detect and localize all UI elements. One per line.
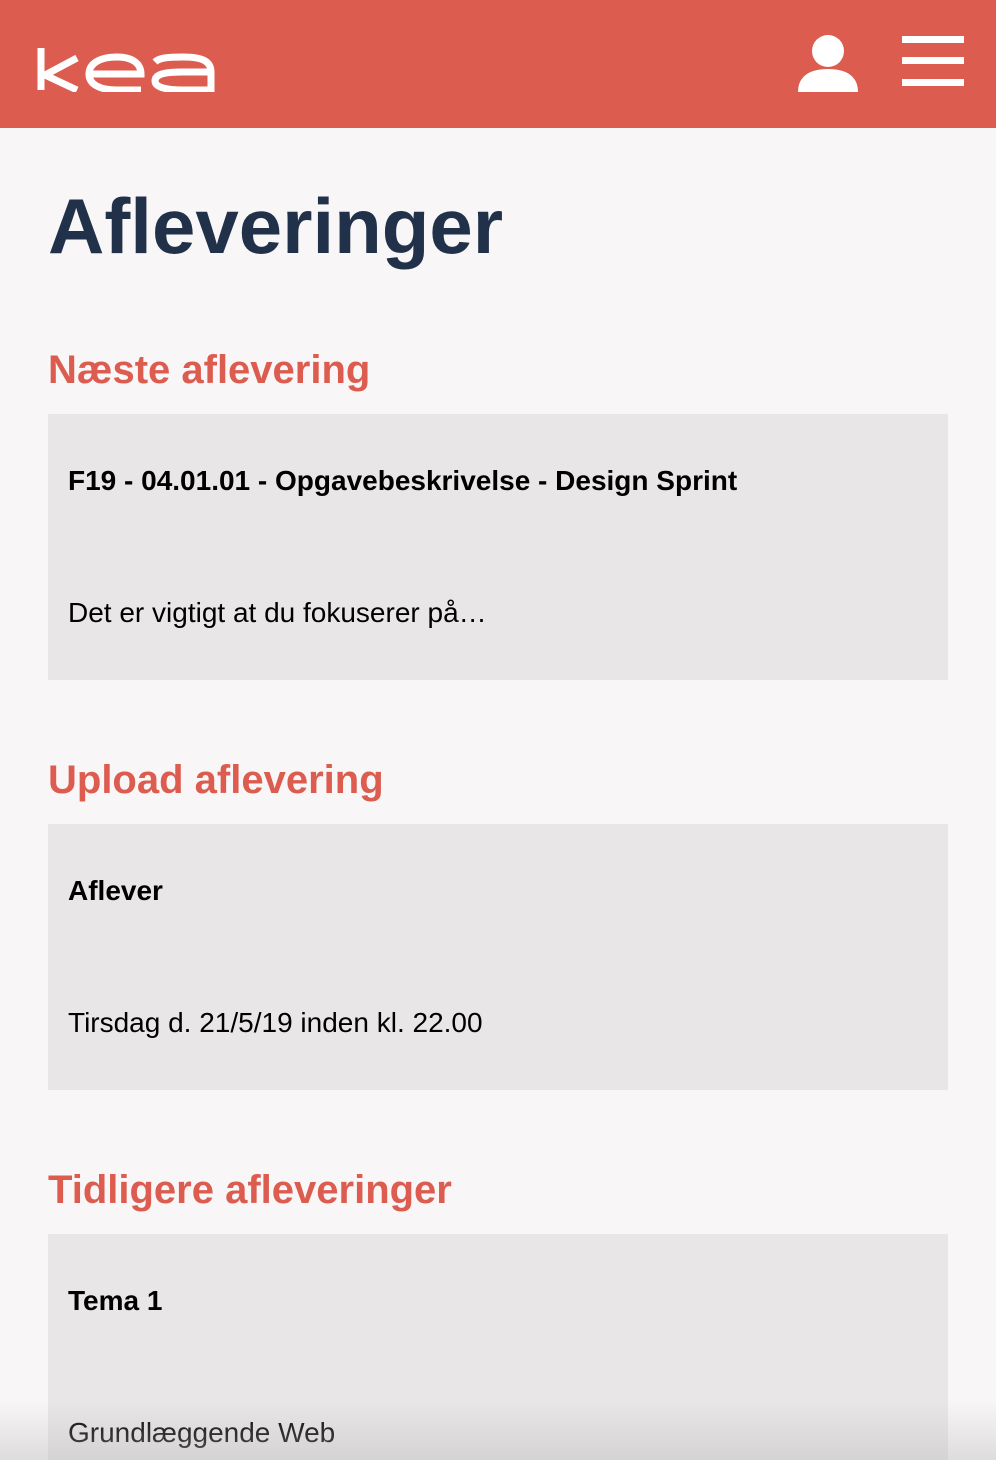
section-heading-next-delivery: Næste aflevering — [48, 348, 371, 392]
page-title: Afleveringer — [48, 182, 504, 270]
upload-card[interactable]: Aflever Tirsdag d. 21/5/19 inden kl. 22.… — [48, 824, 948, 1090]
card-title: Tema 1 — [68, 1285, 163, 1316]
previous-delivery-card[interactable]: Tema 1 Grundlæggende Web — [48, 1234, 948, 1460]
card-text: Tirsdag d. 21/5/19 inden kl. 22.00 — [68, 1007, 483, 1038]
kea-logo[interactable]: kea — [37, 44, 217, 92]
section-heading-previous: Tidligere afleveringer — [48, 1168, 452, 1212]
next-delivery-card[interactable]: F19 - 04.01.01 - Opgavebeskrivelse - Des… — [48, 414, 948, 680]
top-bar: kea — [0, 0, 996, 128]
section-heading-upload: Upload aflevering — [48, 758, 384, 802]
card-text: Grundlæggende Web — [68, 1417, 336, 1448]
card-title: Aflever — [68, 875, 163, 906]
card-title: F19 - 04.01.01 - Opgavebeskrivelse - Des… — [68, 465, 738, 496]
card-text: Det er vigtigt at du fokuserer på… — [68, 597, 487, 628]
hamburger-menu-icon[interactable] — [902, 36, 964, 86]
user-icon[interactable] — [796, 34, 860, 96]
